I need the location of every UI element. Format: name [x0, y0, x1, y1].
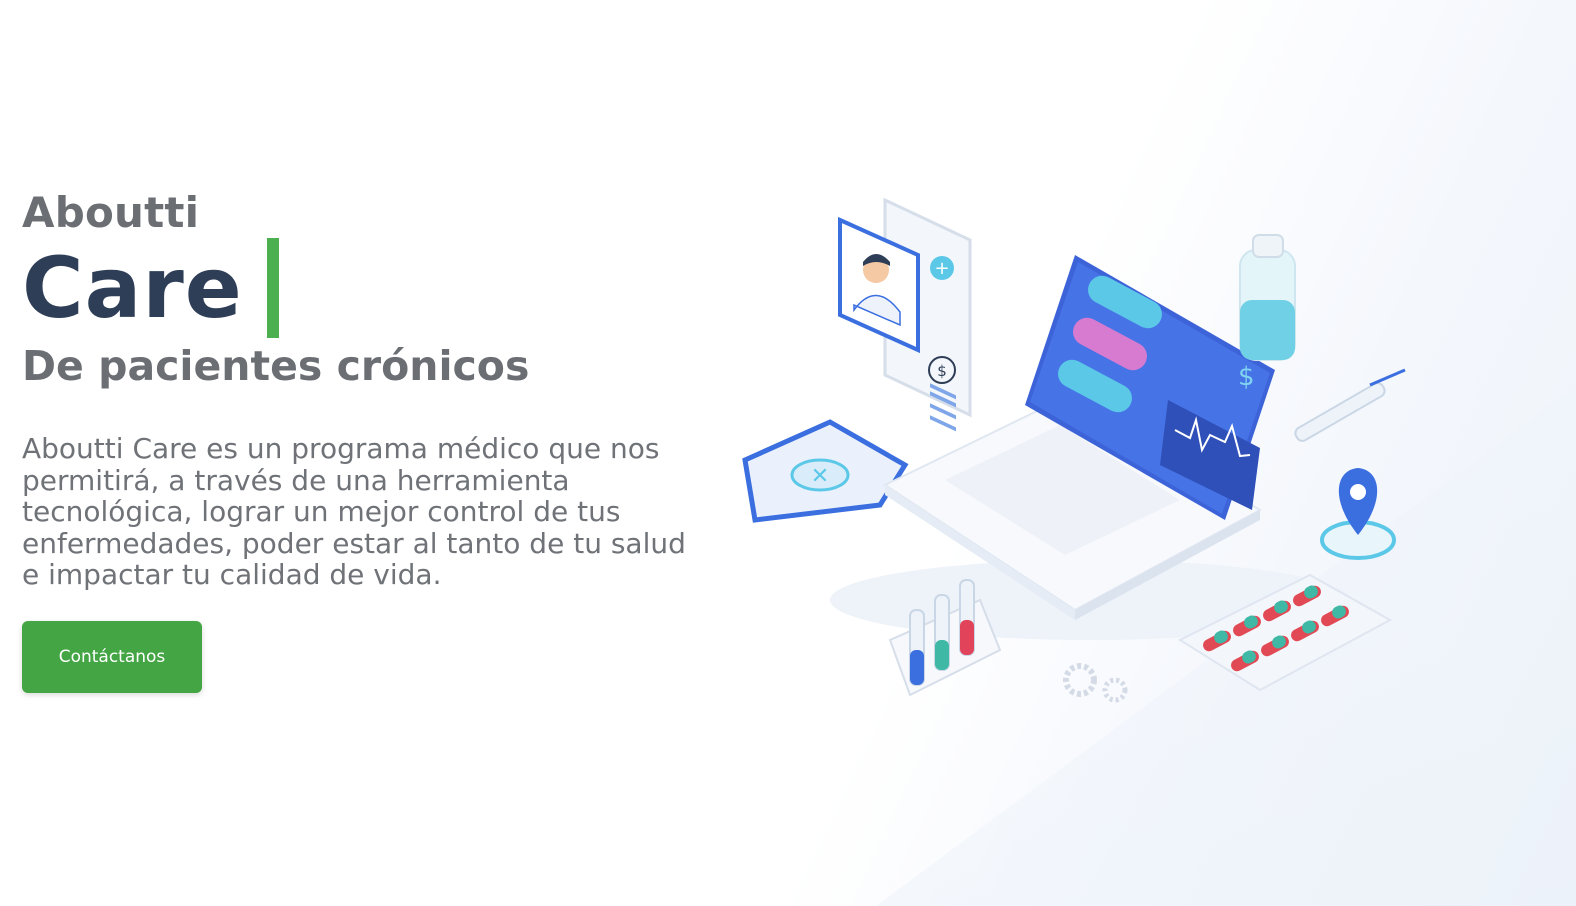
location-pin-icon [1320, 468, 1396, 560]
hero-section: Aboutti Care De pacientes crónicos About… [22, 188, 702, 693]
hero-subtitle: De pacientes crónicos [22, 342, 530, 391]
doctor-card-currency: $ [937, 362, 947, 380]
svg-text:+: + [934, 258, 949, 279]
svg-text:✕: ✕ [811, 464, 829, 489]
brand-big-title: Care [22, 239, 243, 338]
gears-icon [1063, 663, 1128, 703]
syringe-icon [1294, 368, 1406, 442]
hero-description: Aboutti Care es un programa médico que n… [22, 432, 686, 592]
brand-title-row: Care [22, 238, 702, 339]
contact-button[interactable]: Contáctanos [22, 620, 202, 693]
typing-caret [266, 238, 279, 339]
landing-page: Aboutti Care De pacientes crónicos About… [0, 0, 1576, 906]
bottle-icon [1239, 234, 1296, 361]
shield-icon: ✕ [742, 419, 909, 523]
doctor-card-icon: + $ [838, 197, 972, 432]
medical-illustration: + $ ✕ $ [730, 180, 1430, 720]
brand-small-title: Aboutti [22, 188, 200, 237]
laptop-currency: $ [1238, 362, 1255, 392]
